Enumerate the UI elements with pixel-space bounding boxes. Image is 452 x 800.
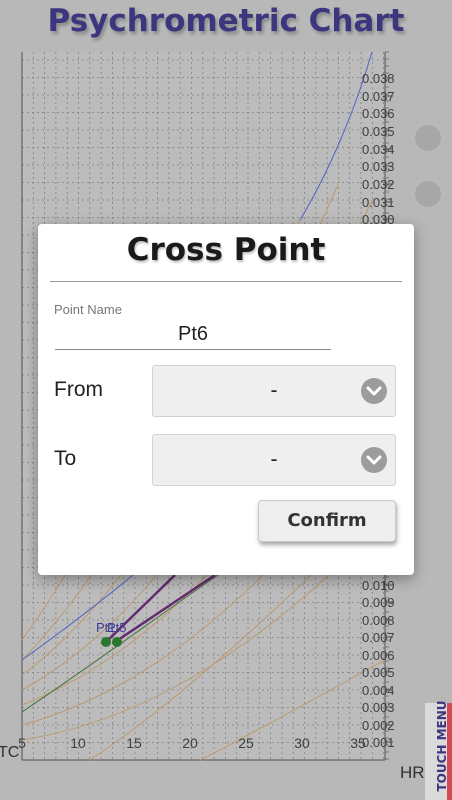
- app-title: Psychrometric Chart: [47, 3, 405, 39]
- point-marker: [101, 637, 111, 647]
- point-name-label: Point Name: [54, 302, 122, 317]
- x-tick-label: 30: [294, 735, 310, 751]
- to-select[interactable]: -: [152, 434, 396, 486]
- x-tick-label: 25: [238, 735, 254, 751]
- x-tick-label: 10: [70, 735, 86, 751]
- side-circle-button[interactable]: [415, 125, 441, 151]
- dialog-title: Cross Point: [126, 232, 326, 268]
- x-tick-label: 35: [350, 735, 366, 751]
- from-select[interactable]: -: [152, 365, 396, 417]
- x-tick-label: 20: [182, 735, 198, 751]
- to-select-value: -: [270, 448, 278, 471]
- touch-menu-button[interactable]: TOUCH MENU: [425, 700, 452, 800]
- y-axis-unit: HR: [400, 763, 425, 782]
- chevron-down-icon: [361, 447, 387, 473]
- chevron-down-icon: [361, 378, 387, 404]
- point-marker: [112, 637, 122, 647]
- side-circle-button[interactable]: [415, 181, 441, 207]
- x-axis-unit: TC: [0, 744, 19, 761]
- touch-menu-label: TOUCH MENU: [435, 700, 449, 792]
- cross-point-dialog: Cross Point Point Name From - To - Confi…: [38, 224, 414, 575]
- x-tick-label: 15: [126, 735, 142, 751]
- confirm-button[interactable]: Confirm: [258, 500, 396, 542]
- title-divider: [50, 281, 402, 282]
- point-label: Pt5: [107, 620, 127, 635]
- point-name-input[interactable]: [55, 319, 331, 350]
- to-label: To: [54, 447, 77, 470]
- from-select-value: -: [270, 379, 278, 402]
- from-label: From: [54, 378, 103, 401]
